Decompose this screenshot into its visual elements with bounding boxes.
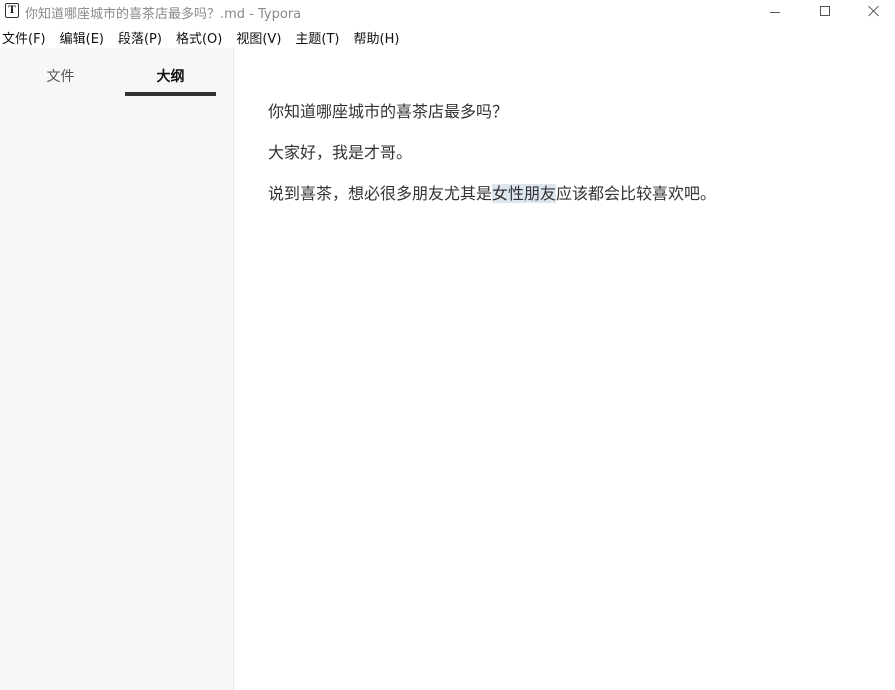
typora-app-icon: T (5, 3, 19, 18)
maximize-button[interactable] (802, 0, 848, 22)
typora-window: T 你知道哪座城市的喜茶店最多吗？.md - Typora 文件(F) 编辑(E… (0, 0, 895, 690)
tab-files[interactable]: 文件 (15, 66, 106, 86)
close-icon (868, 5, 880, 17)
editor-area[interactable]: 你知道哪座城市的喜茶店最多吗？ 大家好，我是才哥。 说到喜茶，想必很多朋友尤其是… (268, 48, 895, 690)
tab-outline[interactable]: 大纲 (125, 66, 216, 86)
maximize-icon (820, 6, 830, 16)
menu-paragraph[interactable]: 段落(P) (118, 28, 162, 47)
menu-theme[interactable]: 主题(T) (295, 28, 339, 47)
paragraph-intro-after: 应该都会比较喜欢吧。 (556, 184, 717, 203)
paragraph-intro-before: 说到喜茶，想必很多朋友尤其是 (268, 184, 493, 203)
minimize-icon (770, 11, 780, 13)
menu-view[interactable]: 视图(V) (236, 28, 281, 47)
menu-file[interactable]: 文件(F) (2, 28, 46, 47)
active-tab-indicator (125, 92, 216, 96)
close-button[interactable] (851, 0, 895, 22)
window-title: 你知道哪座城市的喜茶店最多吗？.md - Typora (25, 7, 302, 22)
menu-bar: 文件(F) 编辑(E) 段落(P) 格式(O) 视图(V) 主题(T) 帮助(H… (0, 26, 895, 48)
paragraph-intro[interactable]: 说到喜茶，想必很多朋友尤其是女性朋友应该都会比较喜欢吧。 (268, 180, 716, 204)
paragraph-heading-question[interactable]: 你知道哪座城市的喜茶店最多吗？ (268, 98, 508, 122)
title-bar[interactable]: T 你知道哪座城市的喜茶店最多吗？.md - Typora (0, 0, 895, 22)
menu-help[interactable]: 帮助(H) (354, 28, 400, 47)
selected-text-highlight[interactable]: 女性朋友 (492, 184, 557, 203)
minimize-button[interactable] (752, 0, 798, 22)
sidebar: 文件 大纲 (0, 48, 234, 690)
menu-format[interactable]: 格式(O) (176, 28, 222, 47)
menu-edit[interactable]: 编辑(E) (60, 28, 104, 47)
paragraph-greeting[interactable]: 大家好，我是才哥。 (268, 139, 412, 163)
